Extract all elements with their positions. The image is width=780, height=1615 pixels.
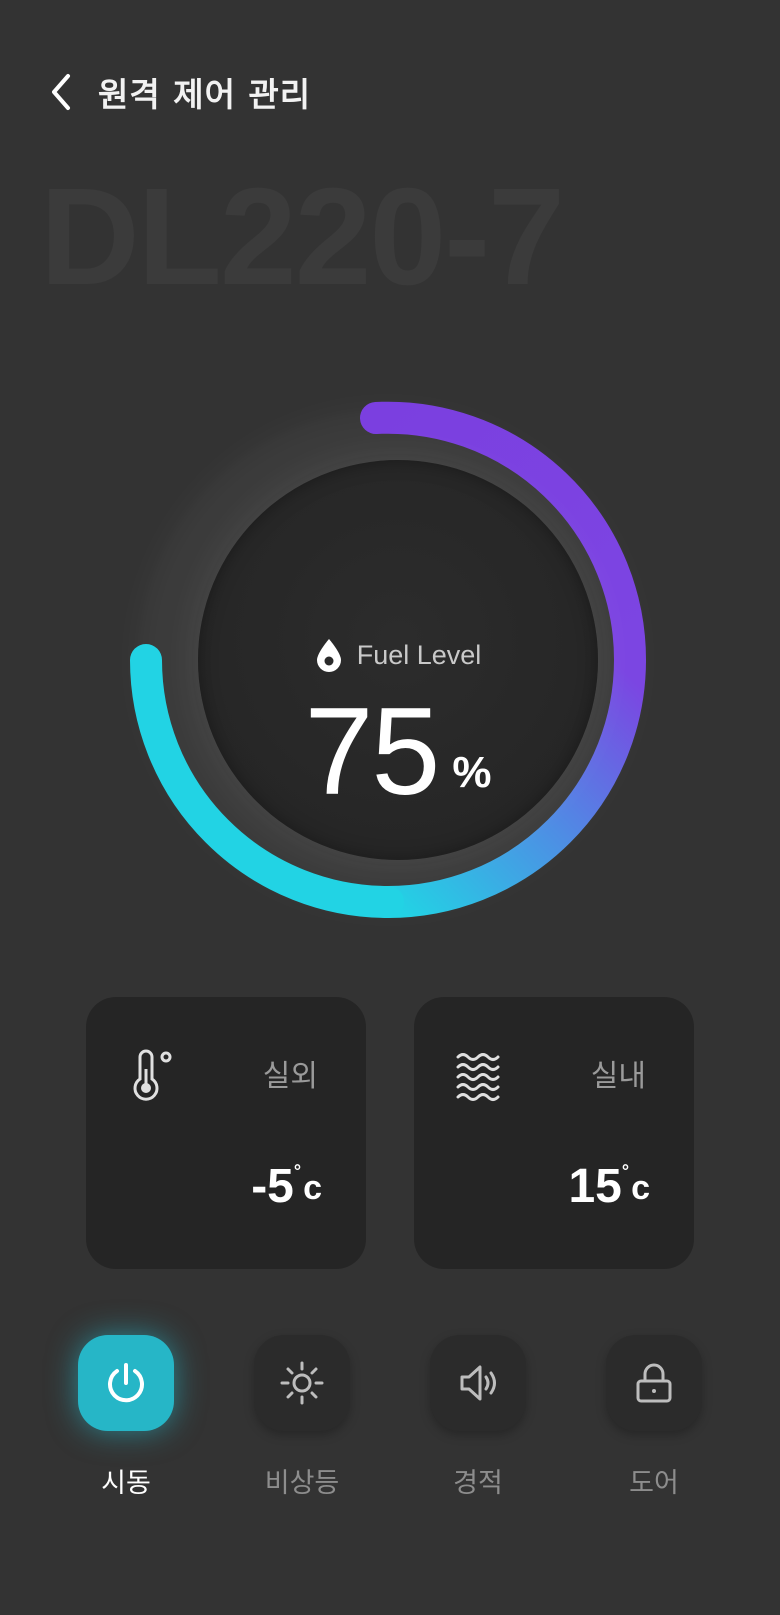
horn-button[interactable] (430, 1335, 526, 1431)
outdoor-temp-value: -5 ° c (251, 1159, 322, 1214)
heat-waves-icon (456, 1053, 500, 1101)
fuel-value: 75 % (198, 690, 598, 814)
control-hazard-lights[interactable]: 비상등 (254, 1335, 350, 1500)
control-horn[interactable]: 경적 (430, 1335, 526, 1500)
back-button[interactable] (48, 68, 82, 116)
control-engine-start[interactable]: 시동 (78, 1335, 174, 1500)
header: 원격 제어 관리 (48, 68, 311, 116)
fuel-value-unit: % (452, 748, 492, 797)
speaker-icon (460, 1365, 496, 1401)
door-lock-button[interactable] (606, 1335, 702, 1431)
hazard-lights-label: 비상등 (264, 1468, 340, 1499)
hazard-lights-button[interactable] (254, 1335, 350, 1431)
fuel-gauge: Fuel Level 75 % (118, 390, 658, 930)
lock-icon (636, 1363, 672, 1403)
indoor-label: 실내 (590, 1059, 646, 1094)
indoor-temp-number: 15 (568, 1160, 622, 1213)
engine-start-button[interactable] (78, 1335, 174, 1431)
door-label: 도어 (629, 1468, 679, 1499)
horn-label: 경적 (453, 1468, 503, 1499)
degree-symbol: ° (293, 1161, 302, 1181)
control-door[interactable]: 도어 (606, 1335, 702, 1500)
page-title: 원격 제어 관리 (98, 75, 312, 114)
fuel-label-text: Fuel Level (356, 639, 482, 670)
drop-icon (316, 639, 341, 672)
outdoor-temp-card: 실외 -5 ° c (86, 997, 366, 1269)
fuel-label: Fuel Level (198, 638, 598, 672)
degree-symbol: ° (621, 1161, 630, 1181)
model-name: DL220-7 (40, 160, 565, 314)
outdoor-temp-unit: c (303, 1169, 322, 1207)
outdoor-temp-number: -5 (251, 1160, 294, 1213)
engine-start-label: 시동 (101, 1468, 151, 1499)
chevron-left-icon (52, 74, 70, 110)
fuel-dial: Fuel Level 75 % (198, 460, 598, 860)
sun-icon (280, 1361, 324, 1405)
power-icon (108, 1363, 144, 1403)
fuel-value-number: 75 (304, 683, 440, 821)
indoor-temp-card: 실내 15 ° c (414, 997, 694, 1269)
indoor-temp-value: 15 ° c (568, 1159, 650, 1214)
thermometer-icon (133, 1049, 172, 1101)
outdoor-label: 실외 (262, 1059, 318, 1094)
indoor-temp-unit: c (631, 1169, 650, 1207)
